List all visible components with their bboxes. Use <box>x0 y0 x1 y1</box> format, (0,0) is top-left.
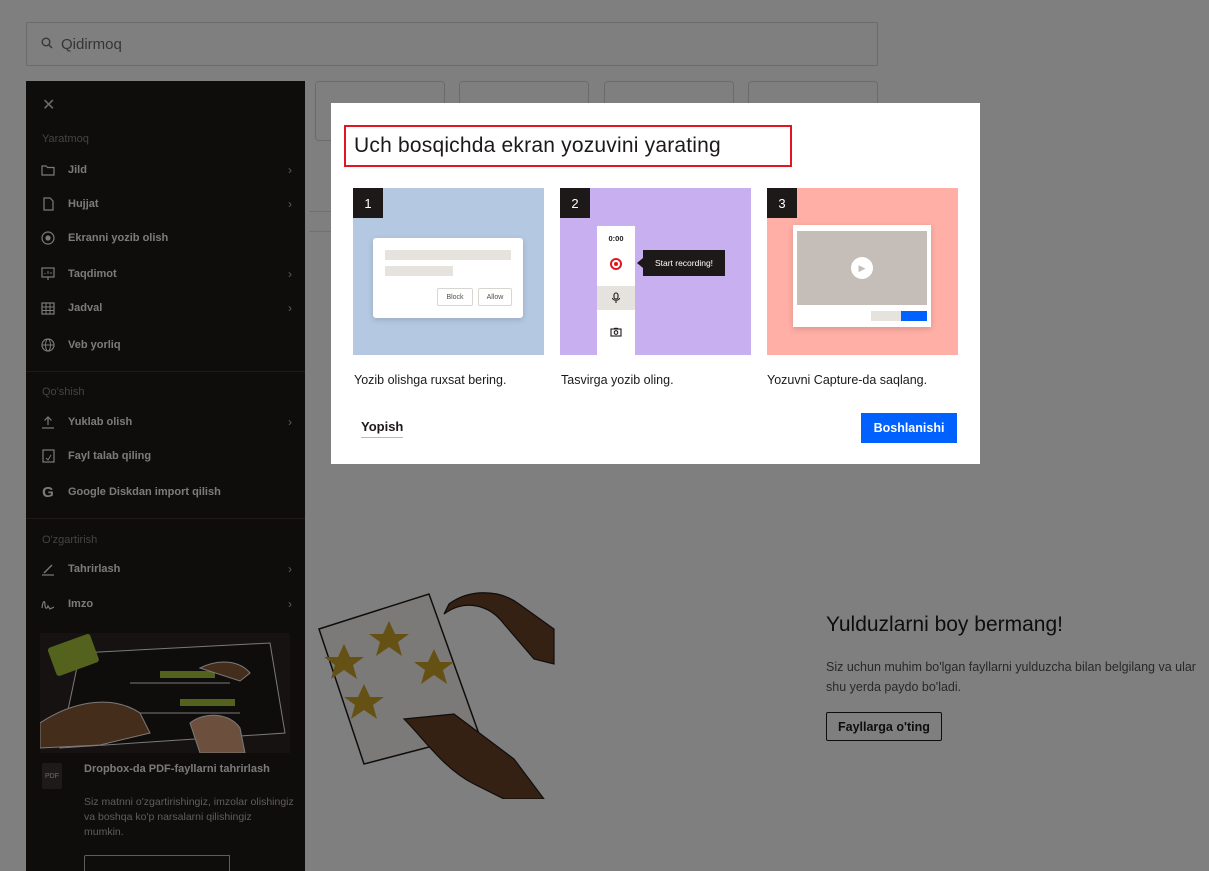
recording-toolbar-mock: 0:00 <box>597 226 635 355</box>
start-button[interactable]: Boshlanishi <box>861 413 957 443</box>
step-number: 1 <box>353 188 383 218</box>
step-number: 2 <box>560 188 590 218</box>
close-modal-link[interactable]: Yopish <box>361 419 404 438</box>
camera-icon <box>597 320 635 344</box>
capture-window-mock: ▶ <box>793 225 931 327</box>
microphone-icon <box>597 286 635 310</box>
step-1-image: 1 Block Allow <box>353 188 544 355</box>
step-2-image: 2 0:00 Start recording! <box>560 188 751 355</box>
recording-timer: 0:00 <box>608 234 624 243</box>
step-3-image: 3 ▶ <box>767 188 958 355</box>
step-2-caption: Tasvirga yozib oling. <box>561 373 674 387</box>
step-3-caption: Yozuvni Capture-da saqlang. <box>767 373 928 387</box>
primary-button-mock <box>901 311 927 321</box>
block-button-mock: Block <box>437 288 473 306</box>
video-preview: ▶ <box>797 231 927 305</box>
placeholder-line <box>385 266 453 276</box>
modal-title: Uch bosqichda ekran yozuvini yarating <box>354 134 721 157</box>
modal-title-highlight: Uch bosqichda ekran yozuvini yarating <box>344 125 792 167</box>
allow-button-mock: Allow <box>478 288 512 306</box>
permission-dialog-mock: Block Allow <box>373 238 523 318</box>
secondary-button-mock <box>871 311 901 321</box>
step-number: 3 <box>767 188 797 218</box>
start-recording-tooltip: Start recording! <box>637 250 725 276</box>
screen-recording-modal: Uch bosqichda ekran yozuvini yarating 1 … <box>331 103 980 464</box>
step-1-caption: Yozib olishga ruxsat bering. <box>354 373 507 387</box>
placeholder-line <box>385 250 511 260</box>
record-icon <box>610 258 622 270</box>
play-icon: ▶ <box>851 257 873 279</box>
